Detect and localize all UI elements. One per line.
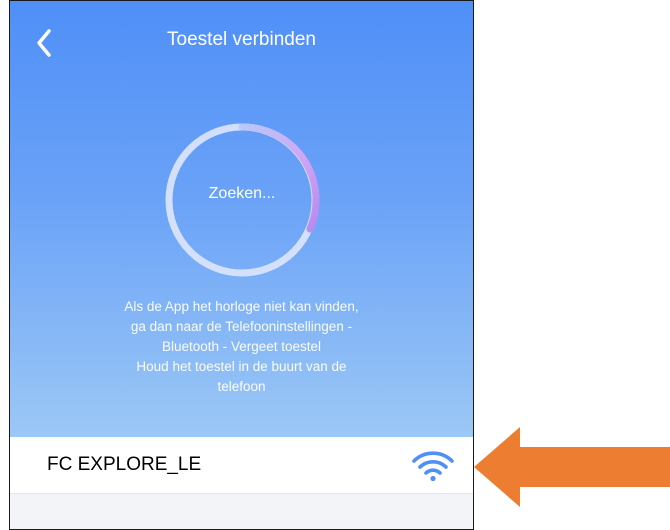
wifi-signal-icon xyxy=(412,451,454,482)
help-line: telefoon xyxy=(217,379,266,394)
help-line: Als de App het horloge niet kan vinden, xyxy=(124,299,359,314)
next-list-item xyxy=(10,493,473,529)
search-panel: Toestel verbinden Zoeken... Als de App h… xyxy=(10,1,473,437)
device-name: FC EXPLORE_LE xyxy=(47,454,202,475)
help-line: Houd het toestel in de buurt van de xyxy=(136,359,347,374)
device-list-item[interactable]: FC EXPLORE_LE xyxy=(10,437,473,493)
phone-screen: Toestel verbinden Zoeken... Als de App h… xyxy=(9,0,474,530)
help-text: Als de App het horloge niet kan vinden, … xyxy=(50,297,433,397)
page-title: Toestel verbinden xyxy=(167,29,316,50)
screenshot: Toestel verbinden Zoeken... Als de App h… xyxy=(0,0,670,530)
help-line: Bluetooth - Vergeet toestel xyxy=(161,339,322,354)
arrow-left-icon xyxy=(474,427,670,507)
help-line: ga dan naar de Telefooninstellingen - xyxy=(130,319,353,334)
search-status: Zoeken... xyxy=(208,185,276,202)
